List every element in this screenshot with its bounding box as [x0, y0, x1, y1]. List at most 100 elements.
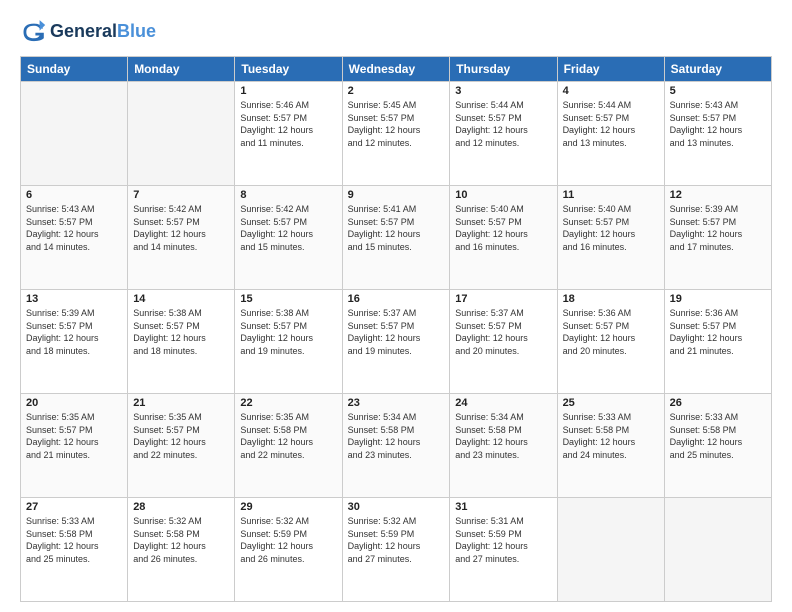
- day-number: 13: [26, 293, 122, 305]
- day-detail: Sunrise: 5:44 AMSunset: 5:57 PMDaylight:…: [563, 99, 659, 149]
- calendar-cell: 26 Sunrise: 5:33 AMSunset: 5:58 PMDayligh…: [664, 394, 771, 498]
- day-detail: Sunrise: 5:35 AMSunset: 5:57 PMDaylight:…: [133, 411, 229, 461]
- day-number: 4: [563, 85, 659, 97]
- day-number: 19: [670, 293, 766, 305]
- logo-text: GeneralBlue: [50, 21, 156, 43]
- day-number: 12: [670, 189, 766, 201]
- day-number: 15: [240, 293, 336, 305]
- day-number: 7: [133, 189, 229, 201]
- day-detail: Sunrise: 5:32 AMSunset: 5:58 PMDaylight:…: [133, 515, 229, 565]
- day-detail: Sunrise: 5:40 AMSunset: 5:57 PMDaylight:…: [563, 203, 659, 253]
- day-number: 22: [240, 397, 336, 409]
- calendar-week-row: 13 Sunrise: 5:39 AMSunset: 5:57 PMDayligh…: [21, 290, 772, 394]
- day-number: 6: [26, 189, 122, 201]
- calendar-cell: 11 Sunrise: 5:40 AMSunset: 5:57 PMDayligh…: [557, 186, 664, 290]
- day-number: 30: [348, 501, 445, 513]
- calendar-week-row: 27 Sunrise: 5:33 AMSunset: 5:58 PMDayligh…: [21, 498, 772, 602]
- day-detail: Sunrise: 5:39 AMSunset: 5:57 PMDaylight:…: [26, 307, 122, 357]
- calendar-cell: 21 Sunrise: 5:35 AMSunset: 5:57 PMDayligh…: [128, 394, 235, 498]
- day-detail: Sunrise: 5:38 AMSunset: 5:57 PMDaylight:…: [240, 307, 336, 357]
- calendar-cell: 30 Sunrise: 5:32 AMSunset: 5:59 PMDayligh…: [342, 498, 450, 602]
- day-detail: Sunrise: 5:43 AMSunset: 5:57 PMDaylight:…: [26, 203, 122, 253]
- day-number: 10: [455, 189, 551, 201]
- day-number: 9: [348, 189, 445, 201]
- calendar-table: Sunday Monday Tuesday Wednesday Thursday…: [20, 56, 772, 602]
- calendar-cell: 27 Sunrise: 5:33 AMSunset: 5:58 PMDayligh…: [21, 498, 128, 602]
- day-detail: Sunrise: 5:40 AMSunset: 5:57 PMDaylight:…: [455, 203, 551, 253]
- day-number: 8: [240, 189, 336, 201]
- calendar-cell: 8 Sunrise: 5:42 AMSunset: 5:57 PMDaylight…: [235, 186, 342, 290]
- day-detail: Sunrise: 5:42 AMSunset: 5:57 PMDaylight:…: [133, 203, 229, 253]
- day-number: 24: [455, 397, 551, 409]
- calendar-cell: 6 Sunrise: 5:43 AMSunset: 5:57 PMDaylight…: [21, 186, 128, 290]
- day-detail: Sunrise: 5:36 AMSunset: 5:57 PMDaylight:…: [563, 307, 659, 357]
- day-detail: Sunrise: 5:36 AMSunset: 5:57 PMDaylight:…: [670, 307, 766, 357]
- calendar-week-row: 20Sunrise: 5:35 AMSunset: 5:57 PMDayligh…: [21, 394, 772, 498]
- calendar-cell: [557, 498, 664, 602]
- calendar-cell: 15 Sunrise: 5:38 AMSunset: 5:57 PMDayligh…: [235, 290, 342, 394]
- calendar-cell: 16 Sunrise: 5:37 AMSunset: 5:57 PMDayligh…: [342, 290, 450, 394]
- day-detail: Sunrise: 5:33 AMSunset: 5:58 PMDaylight:…: [670, 411, 766, 461]
- calendar-week-row: 6 Sunrise: 5:43 AMSunset: 5:57 PMDaylight…: [21, 186, 772, 290]
- calendar-cell: 31 Sunrise: 5:31 AMSunset: 5:59 PMDayligh…: [450, 498, 557, 602]
- day-number: 25: [563, 397, 659, 409]
- day-number: 31: [455, 501, 551, 513]
- day-detail: Sunrise: 5:31 AMSunset: 5:59 PMDaylight:…: [455, 515, 551, 565]
- day-number: 3: [455, 85, 551, 97]
- col-tuesday: Tuesday: [235, 57, 342, 82]
- col-friday: Friday: [557, 57, 664, 82]
- calendar-cell: 20Sunrise: 5:35 AMSunset: 5:57 PMDayligh…: [21, 394, 128, 498]
- day-number: 21: [133, 397, 229, 409]
- day-number: 29: [240, 501, 336, 513]
- calendar-cell: 25 Sunrise: 5:33 AMSunset: 5:58 PMDayligh…: [557, 394, 664, 498]
- day-number: 1: [240, 85, 336, 97]
- day-detail: Sunrise: 5:34 AMSunset: 5:58 PMDaylight:…: [348, 411, 445, 461]
- calendar-cell: 22 Sunrise: 5:35 AMSunset: 5:58 PMDayligh…: [235, 394, 342, 498]
- col-saturday: Saturday: [664, 57, 771, 82]
- calendar-cell: 1Sunrise: 5:46 AMSunset: 5:57 PMDaylight…: [235, 82, 342, 186]
- calendar-week-row: 1Sunrise: 5:46 AMSunset: 5:57 PMDaylight…: [21, 82, 772, 186]
- calendar-cell: 23 Sunrise: 5:34 AMSunset: 5:58 PMDayligh…: [342, 394, 450, 498]
- calendar-cell: [128, 82, 235, 186]
- calendar-cell: 2 Sunrise: 5:45 AMSunset: 5:57 PMDaylight…: [342, 82, 450, 186]
- day-detail: Sunrise: 5:32 AMSunset: 5:59 PMDaylight:…: [348, 515, 445, 565]
- calendar-cell: 9 Sunrise: 5:41 AMSunset: 5:57 PMDaylight…: [342, 186, 450, 290]
- calendar-cell: 29Sunrise: 5:32 AMSunset: 5:59 PMDayligh…: [235, 498, 342, 602]
- col-wednesday: Wednesday: [342, 57, 450, 82]
- calendar-cell: 14Sunrise: 5:38 AMSunset: 5:57 PMDayligh…: [128, 290, 235, 394]
- day-detail: Sunrise: 5:45 AMSunset: 5:57 PMDaylight:…: [348, 99, 445, 149]
- day-number: 5: [670, 85, 766, 97]
- day-number: 17: [455, 293, 551, 305]
- day-detail: Sunrise: 5:33 AMSunset: 5:58 PMDaylight:…: [563, 411, 659, 461]
- day-detail: Sunrise: 5:34 AMSunset: 5:58 PMDaylight:…: [455, 411, 551, 461]
- day-detail: Sunrise: 5:37 AMSunset: 5:57 PMDaylight:…: [455, 307, 551, 357]
- day-number: 16: [348, 293, 445, 305]
- day-detail: Sunrise: 5:33 AMSunset: 5:58 PMDaylight:…: [26, 515, 122, 565]
- day-detail: Sunrise: 5:35 AMSunset: 5:58 PMDaylight:…: [240, 411, 336, 461]
- calendar-cell: 7 Sunrise: 5:42 AMSunset: 5:57 PMDaylight…: [128, 186, 235, 290]
- day-detail: Sunrise: 5:43 AMSunset: 5:57 PMDaylight:…: [670, 99, 766, 149]
- calendar-cell: 17 Sunrise: 5:37 AMSunset: 5:57 PMDayligh…: [450, 290, 557, 394]
- calendar-cell: [21, 82, 128, 186]
- calendar-cell: 12Sunrise: 5:39 AMSunset: 5:57 PMDayligh…: [664, 186, 771, 290]
- page: GeneralBlue Sunday Monday Tuesday Wednes…: [0, 0, 792, 612]
- day-detail: Sunrise: 5:42 AMSunset: 5:57 PMDaylight:…: [240, 203, 336, 253]
- day-number: 2: [348, 85, 445, 97]
- day-detail: Sunrise: 5:41 AMSunset: 5:57 PMDaylight:…: [348, 203, 445, 253]
- day-number: 14: [133, 293, 229, 305]
- calendar-cell: 19 Sunrise: 5:36 AMSunset: 5:57 PMDayligh…: [664, 290, 771, 394]
- day-detail: Sunrise: 5:37 AMSunset: 5:57 PMDaylight:…: [348, 307, 445, 357]
- calendar-cell: 3Sunrise: 5:44 AMSunset: 5:57 PMDaylight…: [450, 82, 557, 186]
- day-number: 11: [563, 189, 659, 201]
- day-number: 18: [563, 293, 659, 305]
- calendar-cell: 13 Sunrise: 5:39 AMSunset: 5:57 PMDayligh…: [21, 290, 128, 394]
- day-number: 23: [348, 397, 445, 409]
- day-number: 26: [670, 397, 766, 409]
- col-thursday: Thursday: [450, 57, 557, 82]
- logo: GeneralBlue: [20, 18, 156, 46]
- calendar-header-row: Sunday Monday Tuesday Wednesday Thursday…: [21, 57, 772, 82]
- col-sunday: Sunday: [21, 57, 128, 82]
- header: GeneralBlue: [20, 18, 772, 46]
- day-number: 27: [26, 501, 122, 513]
- calendar-cell: 5 Sunrise: 5:43 AMSunset: 5:57 PMDaylight…: [664, 82, 771, 186]
